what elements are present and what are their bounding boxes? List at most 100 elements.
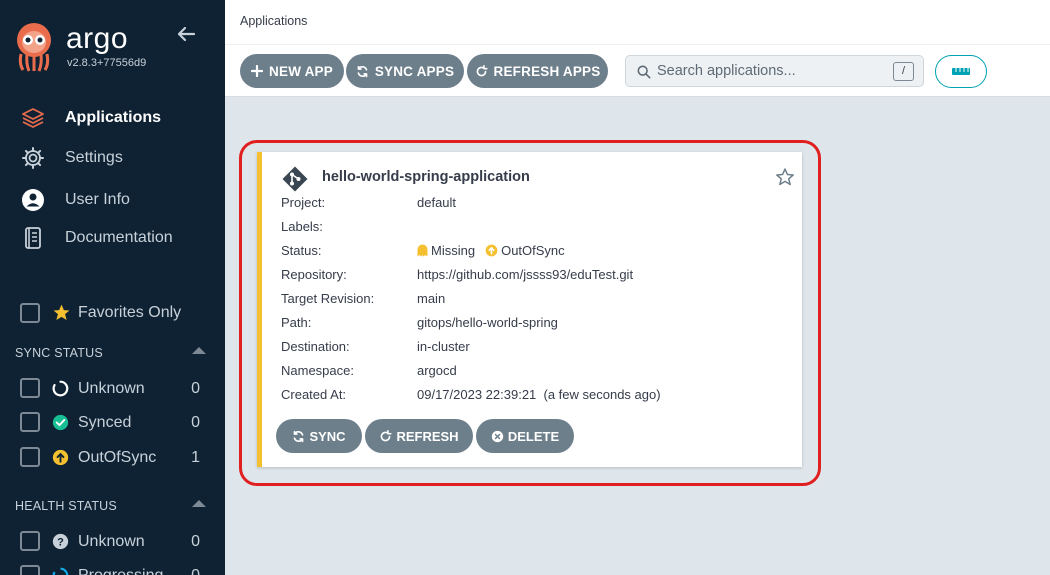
- new-app-label: NEW APP: [269, 63, 333, 79]
- sync-icon: [294, 430, 304, 442]
- sync-apps-button[interactable]: SYNC APPS: [346, 54, 464, 88]
- checkbox[interactable]: [20, 378, 40, 398]
- favorites-checkbox[interactable]: [20, 303, 40, 323]
- star-icon[interactable]: [775, 167, 795, 192]
- keyboard-shortcut-hint: /: [893, 62, 914, 81]
- field-value: 09/17/2023 22:39:21 (a few seconds ago): [417, 387, 661, 402]
- checkbox[interactable]: [20, 531, 40, 551]
- version-label: v2.8.3+77556d9: [67, 57, 147, 69]
- brand-name: argo: [66, 22, 129, 55]
- argo-logo[interactable]: [14, 20, 54, 72]
- search-input[interactable]: Search applications... /: [625, 55, 924, 87]
- breadcrumb[interactable]: Applications: [240, 14, 307, 28]
- health-status-title: HEALTH STATUS: [15, 499, 117, 513]
- refresh-apps-label: REFRESH APPS: [493, 63, 601, 79]
- checkbox[interactable]: [20, 447, 40, 467]
- nav-item-documentation[interactable]: Documentation: [20, 225, 173, 251]
- field-key: Target Revision:: [281, 291, 375, 306]
- sync-icon: [357, 65, 368, 77]
- application-card[interactable]: hello-world-spring-application Project: …: [257, 152, 802, 467]
- svg-text:?: ?: [57, 536, 64, 548]
- plus-icon: [251, 65, 264, 77]
- checkbox[interactable]: [20, 565, 40, 575]
- field-value: in-cluster: [417, 339, 470, 354]
- sync-apps-label: SYNC APPS: [374, 63, 455, 79]
- view-mode-button[interactable]: [935, 55, 987, 88]
- field-key: Repository:: [281, 267, 347, 282]
- filter-count: 0: [191, 414, 200, 431]
- refresh-apps-button[interactable]: REFRESH APPS: [467, 54, 608, 88]
- refresh-icon: [381, 429, 393, 441]
- field-key: Path:: [281, 315, 312, 330]
- field-key: Status:: [281, 243, 322, 258]
- refresh-button[interactable]: REFRESH: [365, 419, 473, 453]
- sidebar: argo v2.8.3+77556d9 Applications Setting…: [0, 0, 225, 575]
- refresh-icon: [476, 64, 488, 76]
- field-key: Created At:: [281, 387, 347, 402]
- refresh-label: REFRESH: [396, 428, 459, 444]
- layers-icon: [20, 105, 46, 131]
- delete-button[interactable]: DELETE: [476, 419, 574, 453]
- sync-button[interactable]: SYNC: [276, 419, 362, 453]
- app-name[interactable]: hello-world-spring-application: [322, 169, 530, 185]
- filter-sync-outofsync[interactable]: OutOfSync 1: [20, 447, 210, 469]
- nav-label: Applications: [65, 109, 162, 126]
- checkbox[interactable]: [20, 412, 40, 432]
- field-value: argocd: [417, 363, 457, 378]
- field-value: Missing OutOfSync: [417, 243, 565, 260]
- filter-label: OutOfSync: [78, 449, 157, 466]
- git-icon: [282, 166, 308, 197]
- filter-sync-synced[interactable]: Synced 0: [20, 412, 210, 434]
- star-icon: [52, 303, 71, 327]
- search-placeholder: Search applications...: [657, 63, 796, 79]
- field-key: Project:: [281, 195, 326, 210]
- tiles-view-icon: [952, 67, 970, 75]
- collapse-caret-icon[interactable]: [192, 500, 206, 507]
- question-circle-icon: ?: [52, 533, 69, 550]
- favorites-label: Favorites Only: [78, 304, 182, 321]
- check-circle-icon: [52, 414, 69, 431]
- filter-label: Unknown: [78, 533, 145, 550]
- favorites-only-filter[interactable]: Favorites Only: [20, 302, 181, 324]
- field-value: main: [417, 291, 446, 306]
- filter-label: Progressing: [78, 567, 163, 575]
- nav-label: User Info: [65, 191, 130, 208]
- close-circle-icon: [491, 430, 504, 442]
- sync-status-title: SYNC STATUS: [15, 346, 103, 360]
- book-icon: [20, 225, 46, 251]
- new-app-button[interactable]: NEW APP: [240, 54, 344, 88]
- nav-item-applications[interactable]: Applications: [20, 105, 161, 131]
- filter-health-progressing[interactable]: Progressing 0: [20, 565, 210, 575]
- filter-sync-unknown[interactable]: Unknown 0: [20, 378, 210, 400]
- arrow-up-circle-icon: [485, 244, 498, 257]
- sync-label: SYNC: [309, 428, 346, 444]
- field-key: Destination:: [281, 339, 350, 354]
- field-value: https://github.com/jssss93/eduTest.git: [417, 267, 634, 282]
- filter-count: 1: [191, 449, 200, 466]
- filter-label: Synced: [78, 414, 132, 431]
- field-key: Namespace:: [281, 363, 354, 378]
- top-bar: Applications NEW APP SYNC APPS REFRESH A…: [225, 0, 1050, 97]
- search-icon: [637, 65, 651, 84]
- sync-status-label: OutOfSync: [501, 243, 565, 258]
- nav-item-user-info[interactable]: User Info: [20, 187, 130, 213]
- progress-circle-icon: [52, 567, 69, 575]
- filter-label: Unknown: [78, 380, 145, 397]
- field-value: gitops/hello-world-spring: [417, 315, 558, 330]
- divider: [225, 44, 1050, 45]
- nav-label: Documentation: [65, 229, 173, 246]
- collapse-sidebar-icon[interactable]: [176, 24, 196, 44]
- filter-health-unknown[interactable]: ? Unknown 0: [20, 531, 210, 553]
- health-status-label: Missing: [431, 243, 476, 258]
- filter-count: 0: [191, 380, 200, 397]
- filter-count: 0: [191, 567, 200, 575]
- field-value: default: [417, 195, 457, 210]
- collapse-caret-icon[interactable]: [192, 347, 206, 354]
- nav-label: Settings: [65, 149, 123, 166]
- nav-item-settings[interactable]: Settings: [20, 145, 123, 171]
- user-icon: [20, 187, 46, 213]
- gear-icon: [20, 145, 46, 171]
- delete-label: DELETE: [507, 428, 560, 444]
- circle-notch-icon: [52, 380, 69, 397]
- missing-ghost-icon: [417, 244, 428, 257]
